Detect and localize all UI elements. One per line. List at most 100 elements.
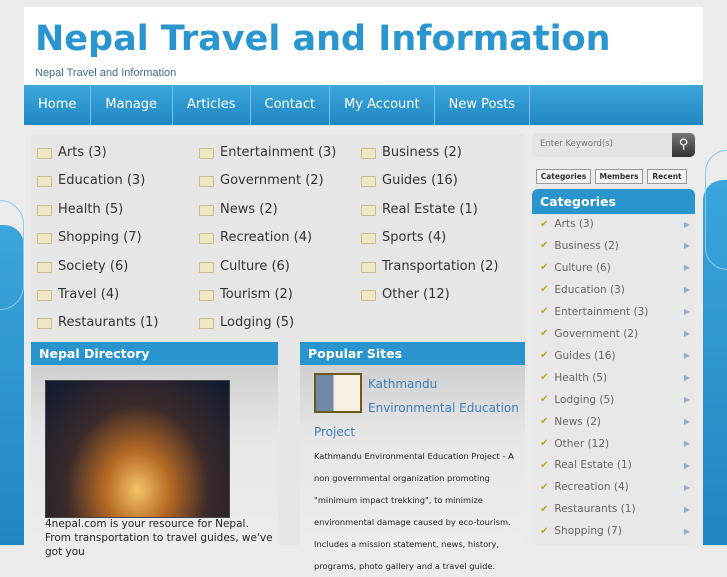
category-link[interactable]: Guides (16) [361,173,458,188]
sidebar-category-label: Health (5) [554,371,608,384]
search-icon: ⚲ [678,137,689,152]
folder-icon [361,148,376,159]
sidebar-category-item[interactable]: ✔ Other (12) ▶ [540,438,690,450]
site-link[interactable]: Project [314,425,355,439]
sidebar-category-item[interactable]: ✔ Business (2) ▶ [540,240,690,252]
category-link[interactable]: Shopping (7) [37,230,142,245]
folder-icon [37,204,52,216]
category-link[interactable]: Recreation (4) [199,230,312,245]
tab-categories[interactable]: Categories [536,169,591,184]
folder-icon [199,176,214,188]
site-thumbnail[interactable] [314,373,362,413]
sidebar-category-item[interactable]: ✔ Restaurants (1) ▶ [540,503,690,515]
sidebar-category-item[interactable]: ✔ Real Estate (1) ▶ [540,459,690,471]
folder-icon [37,148,52,159]
category-link[interactable]: Transportation (2) [361,259,498,274]
nav-my-account[interactable]: My Account [330,85,435,125]
folder-icon [199,290,214,301]
sidebar-category-item[interactable]: ✔ Culture (6) ▶ [540,262,690,274]
sidebar-category-item[interactable]: ✔ Arts (3) ▶ [540,218,690,230]
site-link[interactable]: Environmental Education [368,401,519,415]
check-icon: ✔ [540,394,549,406]
search-button[interactable]: ⚲ [672,133,695,157]
category-link[interactable]: Other (12) [361,287,450,302]
folder-icon [361,290,376,301]
nav-articles[interactable]: Articles [173,85,251,125]
site-link[interactable]: Kathmandu [368,377,437,391]
check-icon: ✔ [540,525,549,537]
sidebar-categories-header: Categories [532,189,695,214]
arrow-right-icon: ▶ [683,460,690,470]
nav-contact[interactable]: Contact [251,85,331,125]
category-label: Recreation (4) [220,230,313,246]
directory-text: 4nepal.com is your resource for Nepal. F… [45,518,273,558]
category-label: Travel (4) [58,287,120,302]
site-description: Kathmandu Environmental Education Projec… [314,451,514,571]
folder-icon [199,318,214,330]
check-icon: ✔ [540,218,549,230]
category-label: Business (2) [382,145,462,160]
category-link[interactable]: Business (2) [361,145,462,160]
sidebar-category-item[interactable]: ✔ Shopping (7) ▶ [540,525,690,537]
category-link[interactable]: Education (3) [37,173,145,188]
sidebar-category-item[interactable]: ✔ Lodging (5) ▶ [540,394,690,406]
category-label: Arts (3) [58,145,107,160]
nav-new-posts[interactable]: New Posts [435,85,531,125]
sidebar-category-label: Recreation (4) [554,481,629,494]
check-icon: ✔ [540,262,549,274]
search-input[interactable] [540,139,670,149]
sidebar-category-item[interactable]: ✔ Education (3) ▶ [540,284,690,296]
category-link[interactable]: Lodging (5) [199,315,294,330]
category-label: Lodging (5) [220,315,295,331]
category-link[interactable]: Travel (4) [37,287,119,302]
category-link[interactable]: Arts (3) [37,145,107,160]
folder-icon [37,176,52,188]
tab-recent[interactable]: Recent [647,169,687,184]
tab-members[interactable]: Members [595,169,643,184]
sidebar-category-item[interactable]: ✔ Health (5) ▶ [540,372,690,384]
folder-icon [361,176,376,188]
sidebar-category-label: Shopping (7) [554,525,622,538]
sidebar-category-item[interactable]: ✔ Recreation (4) ▶ [540,481,690,493]
arrow-right-icon: ▶ [683,504,690,514]
category-label: Health (5) [58,201,124,217]
folder-icon [37,290,52,301]
category-link[interactable]: Tourism (2) [199,287,293,302]
arrow-right-icon: ▶ [683,526,690,536]
sidebar-category-item[interactable]: ✔ News (2) ▶ [540,416,690,428]
category-link[interactable]: Government (2) [199,173,324,188]
category-link[interactable]: Entertainment (3) [199,145,336,160]
category-label: Transportation (2) [382,258,499,274]
category-link[interactable]: Restaurants (1) [37,315,159,330]
category-label: Shopping (7) [58,230,142,246]
category-link[interactable]: Society (6) [37,259,128,274]
folder-icon [37,318,52,330]
arrow-right-icon: ▶ [683,417,690,427]
check-icon: ✔ [540,372,549,384]
nav-manage[interactable]: Manage [91,85,174,125]
sidebar-category-item[interactable]: ✔ Government (2) ▶ [540,328,690,340]
sidebar-category-label: Arts (3) [554,218,594,230]
sidebar-category-label: Government (2) [554,327,639,340]
folder-icon [199,148,214,159]
category-label: Government (2) [220,173,324,189]
sidebar-category-item[interactable]: ✔ Entertainment (3) ▶ [540,306,690,318]
sidebar-category-label: Culture (6) [554,261,611,274]
sidebar-category-label: News (2) [554,415,601,428]
folder-icon [199,204,214,216]
category-link[interactable]: Real Estate (1) [361,202,478,217]
sidebar-category-item[interactable]: ✔ Guides (16) ▶ [540,350,690,362]
category-link[interactable]: News (2) [199,202,278,217]
category-link[interactable]: Health (5) [37,202,123,217]
directory-header: Nepal Directory [31,342,278,365]
arrow-right-icon: ▶ [683,373,690,383]
folder-icon [361,233,376,245]
sidebar-category-label: Education (3) [554,283,625,296]
site-title[interactable]: Nepal Travel and Information [35,19,611,59]
check-icon: ✔ [540,416,549,428]
category-link[interactable]: Sports (4) [361,230,446,245]
category-link[interactable]: Culture (6) [199,259,290,274]
arrow-right-icon: ▶ [683,219,690,229]
nav-home[interactable]: Home [24,85,92,125]
category-label: News (2) [220,201,278,217]
